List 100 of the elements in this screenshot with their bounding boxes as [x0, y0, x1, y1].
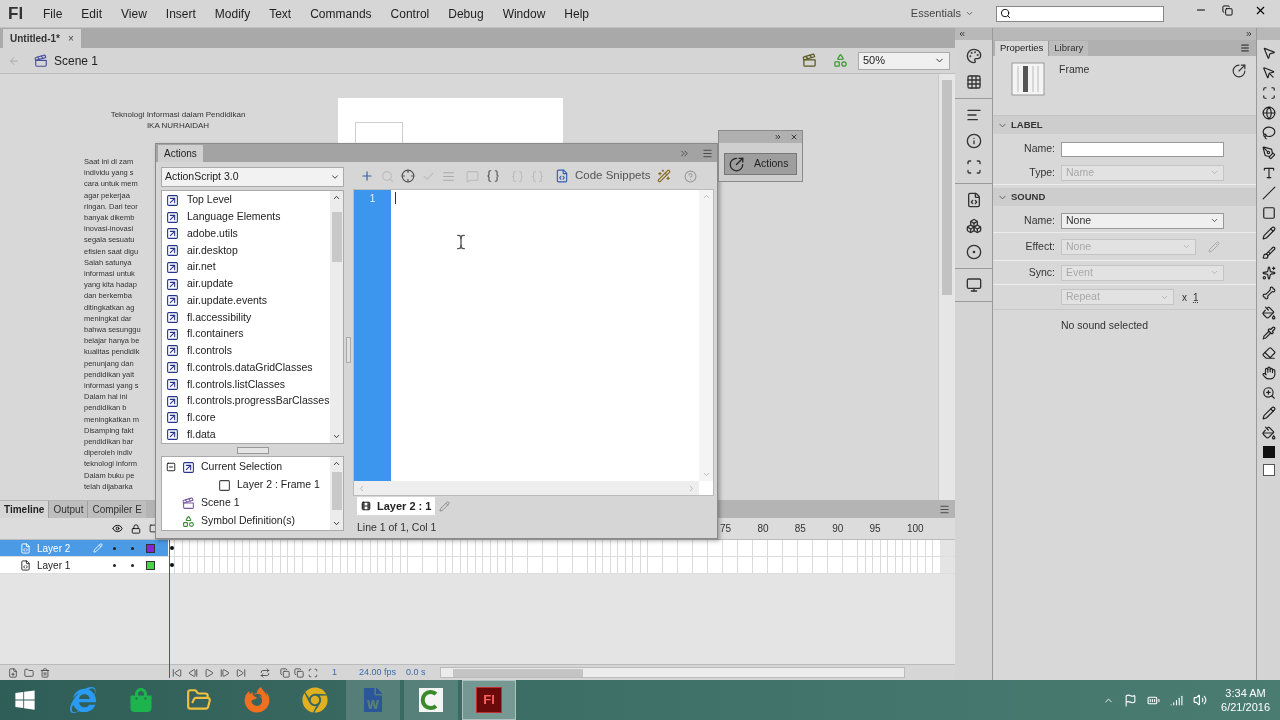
code-snippets-icon[interactable]: [965, 192, 982, 208]
collapse-icon[interactable]: [1245, 30, 1253, 38]
brush-tool-icon[interactable]: [1261, 246, 1276, 260]
panel-tab[interactable]: Timeline: [0, 501, 49, 518]
toolbox-item[interactable]: air.update.events: [187, 292, 267, 309]
transform-icon[interactable]: [965, 159, 982, 175]
magic-wand-icon[interactable]: [657, 169, 672, 183]
scroll-up-icon[interactable]: [332, 459, 341, 468]
play-icon[interactable]: [204, 667, 214, 678]
folder-icon[interactable]: [24, 667, 34, 678]
menu-item[interactable]: View: [121, 4, 147, 23]
pencil-tool-icon[interactable]: [1261, 226, 1276, 240]
panel-tab[interactable]: Properties: [995, 41, 1049, 56]
tree-item[interactable]: Symbol Definition(s): [201, 513, 295, 529]
stroke-swatch[interactable]: [1262, 446, 1275, 458]
edit-scene-icon[interactable]: [802, 53, 817, 68]
tree-item[interactable]: Scene 1: [201, 495, 240, 511]
target-icon[interactable]: [401, 169, 415, 183]
selection-tool-icon[interactable]: [1261, 46, 1276, 60]
clock-time[interactable]: 3:34 AM: [1225, 686, 1266, 700]
close-icon[interactable]: [790, 133, 798, 141]
panel-tab[interactable]: Library: [1048, 41, 1089, 56]
volume-icon[interactable]: [1193, 693, 1208, 707]
menu-item[interactable]: File: [43, 4, 63, 23]
text-tool-icon[interactable]: [1261, 166, 1276, 180]
toolbox-item[interactable]: air.net: [187, 259, 216, 276]
scroll-up-icon[interactable]: [332, 193, 341, 202]
swatches-icon[interactable]: [965, 74, 982, 90]
start-icon[interactable]: [14, 689, 36, 711]
name-input[interactable]: [1061, 141, 1224, 157]
hand-tool-icon[interactable]: [1261, 366, 1276, 380]
pen-tool-icon[interactable]: [1261, 146, 1276, 160]
info-icon[interactable]: [965, 133, 982, 149]
eraser-icon[interactable]: [1261, 346, 1276, 360]
taskbar-app[interactable]: Fl: [462, 680, 516, 720]
workspace-switcher[interactable]: Essentials: [910, 5, 974, 22]
actions-icon[interactable]: [1232, 64, 1246, 78]
panel-tab[interactable]: Compiler E: [87, 501, 146, 518]
scrollbar-thumb[interactable]: [452, 668, 583, 677]
list-scrollbar[interactable]: [330, 191, 343, 443]
expand-panel-icon[interactable]: [774, 133, 782, 141]
toolbox-item[interactable]: fl.controls.dataGridClasses: [187, 359, 313, 376]
scroll-down-icon[interactable]: [332, 432, 341, 441]
horizontal-scrollbar[interactable]: [439, 667, 905, 678]
loop-icon[interactable]: [260, 667, 270, 678]
scene-label[interactable]: Scene 1: [54, 51, 99, 70]
bone-tool-icon[interactable]: [1261, 286, 1276, 300]
menu-item[interactable]: Modify: [214, 4, 251, 23]
scrollbar-thumb[interactable]: [331, 212, 342, 262]
clock-date[interactable]: 6/21/2016: [1221, 700, 1270, 714]
vertical-scrollbar[interactable]: [938, 74, 955, 500]
tab-close-button[interactable]: ×: [68, 31, 74, 46]
scroll-down-icon[interactable]: [332, 519, 341, 528]
layer-color-swatch[interactable]: [146, 543, 155, 553]
line-tool-icon[interactable]: [1261, 186, 1276, 200]
rectangle-tool-icon[interactable]: [1261, 206, 1276, 220]
script-tab[interactable]: Layer 2 : 1: [357, 497, 436, 515]
components-icon[interactable]: [965, 218, 982, 234]
toolbox-item[interactable]: fl.data: [187, 426, 216, 443]
eyedropper-icon[interactable]: [1261, 326, 1276, 340]
section-header[interactable]: SOUND: [993, 188, 1256, 206]
last-frame-icon[interactable]: [236, 667, 246, 678]
toolbox-item[interactable]: air.update: [187, 276, 234, 292]
toolbox-item[interactable]: fl.controls: [187, 343, 232, 359]
new-layer-icon[interactable]: [8, 667, 18, 678]
tree-item[interactable]: Layer 2 : Frame 1: [237, 477, 320, 493]
code-snippets-button[interactable]: Code Snippets: [555, 167, 651, 185]
document-tab[interactable]: Untitled-1* ×: [3, 29, 81, 48]
menu-item[interactable]: Edit: [81, 4, 103, 23]
palette-icon[interactable]: [965, 48, 982, 64]
edit-symbols-icon[interactable]: [833, 53, 848, 68]
menu-item[interactable]: Text: [269, 4, 292, 23]
delete-icon[interactable]: [40, 667, 50, 678]
splitter-handle[interactable]: [236, 446, 269, 454]
signal-icon[interactable]: [1170, 693, 1184, 707]
toolbox-item[interactable]: fl.core: [187, 410, 216, 426]
zoom-select[interactable]: 50%: [858, 51, 950, 70]
menu-item[interactable]: Insert: [165, 4, 196, 23]
actions-button[interactable]: Actions: [724, 153, 797, 175]
section-header[interactable]: LABEL: [993, 116, 1256, 134]
panel-menu-icon[interactable]: [939, 504, 950, 515]
paint-bucket-icon[interactable]: [1261, 306, 1276, 320]
first-frame-icon[interactable]: [172, 667, 182, 678]
menu-item[interactable]: Help: [564, 4, 589, 23]
scrollbar-thumb[interactable]: [942, 80, 952, 295]
lasso-tool-icon[interactable]: [1261, 126, 1276, 140]
action-center-icon[interactable]: [1124, 693, 1138, 707]
taskbar-app[interactable]: [404, 680, 458, 720]
scrollbar-thumb[interactable]: [331, 472, 342, 510]
toolbox-item[interactable]: adobe.utils: [187, 225, 238, 242]
previous-frame-icon[interactable]: [188, 667, 198, 678]
menu-item[interactable]: Debug: [448, 4, 484, 23]
toolbox-item[interactable]: fl.controls.progressBarClasses: [187, 393, 330, 410]
toolbox-item[interactable]: fl.controls.listClasses: [187, 376, 286, 393]
tree-item[interactable]: Current Selection: [201, 459, 283, 475]
tree-scrollbar[interactable]: [330, 457, 343, 530]
fill-color-icon[interactable]: [1261, 426, 1276, 440]
zoom-tool-icon[interactable]: [1261, 386, 1276, 400]
panel-menu-icon[interactable]: [1240, 43, 1250, 53]
panel-menu-icon[interactable]: [702, 148, 713, 159]
